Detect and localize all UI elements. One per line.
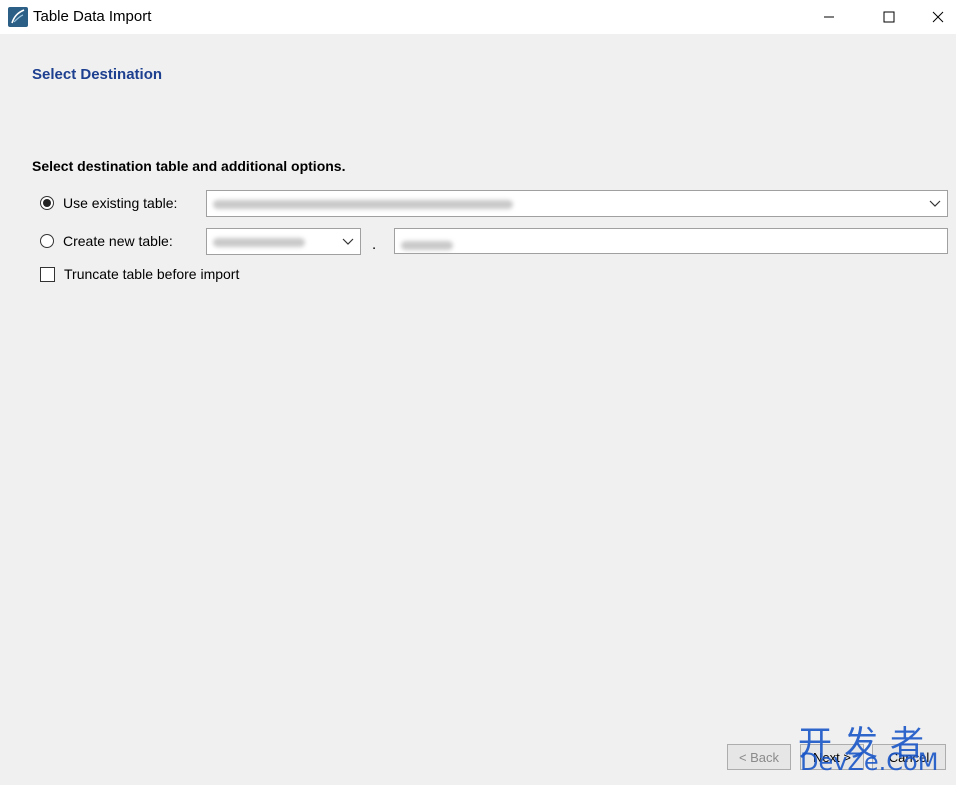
truncate-checkbox[interactable] (40, 266, 55, 282)
use-existing-radio[interactable] (40, 196, 54, 210)
back-button[interactable]: < Back (727, 744, 791, 770)
new-table-name-input[interactable] (394, 228, 948, 254)
close-button[interactable] (920, 0, 956, 34)
close-icon (932, 11, 944, 23)
schema-table-separator: . (372, 236, 377, 253)
create-new-radio[interactable] (40, 234, 54, 248)
radio-selected-dot (43, 199, 51, 207)
new-table-name-value (401, 237, 453, 252)
cancel-button[interactable]: Cancel (872, 744, 946, 770)
schema-value (213, 234, 305, 249)
create-new-option[interactable]: Create new table: (40, 233, 173, 249)
use-existing-option[interactable]: Use existing table: (40, 195, 177, 211)
instruction-text: Select destination table and additional … (32, 158, 346, 174)
minimize-button[interactable] (806, 0, 852, 34)
schema-select[interactable] (206, 228, 361, 255)
window-titlebar: Table Data Import (0, 0, 956, 34)
minimize-icon (824, 16, 834, 18)
truncate-label: Truncate table before import (64, 266, 240, 282)
use-existing-label: Use existing table: (63, 195, 178, 211)
truncate-option[interactable]: Truncate table before import (40, 266, 239, 282)
mysql-workbench-app-icon (8, 7, 28, 27)
next-button[interactable]: Next > (800, 744, 864, 770)
page-heading: Select Destination (32, 66, 163, 83)
create-new-label: Create new table: (63, 233, 173, 249)
window-title: Table Data Import (33, 8, 152, 25)
maximize-icon (883, 11, 895, 23)
maximize-button[interactable] (866, 0, 912, 34)
chevron-down-icon (929, 200, 941, 207)
chevron-down-icon (342, 238, 354, 245)
existing-table-value (213, 196, 513, 211)
existing-table-select[interactable] (206, 190, 948, 217)
